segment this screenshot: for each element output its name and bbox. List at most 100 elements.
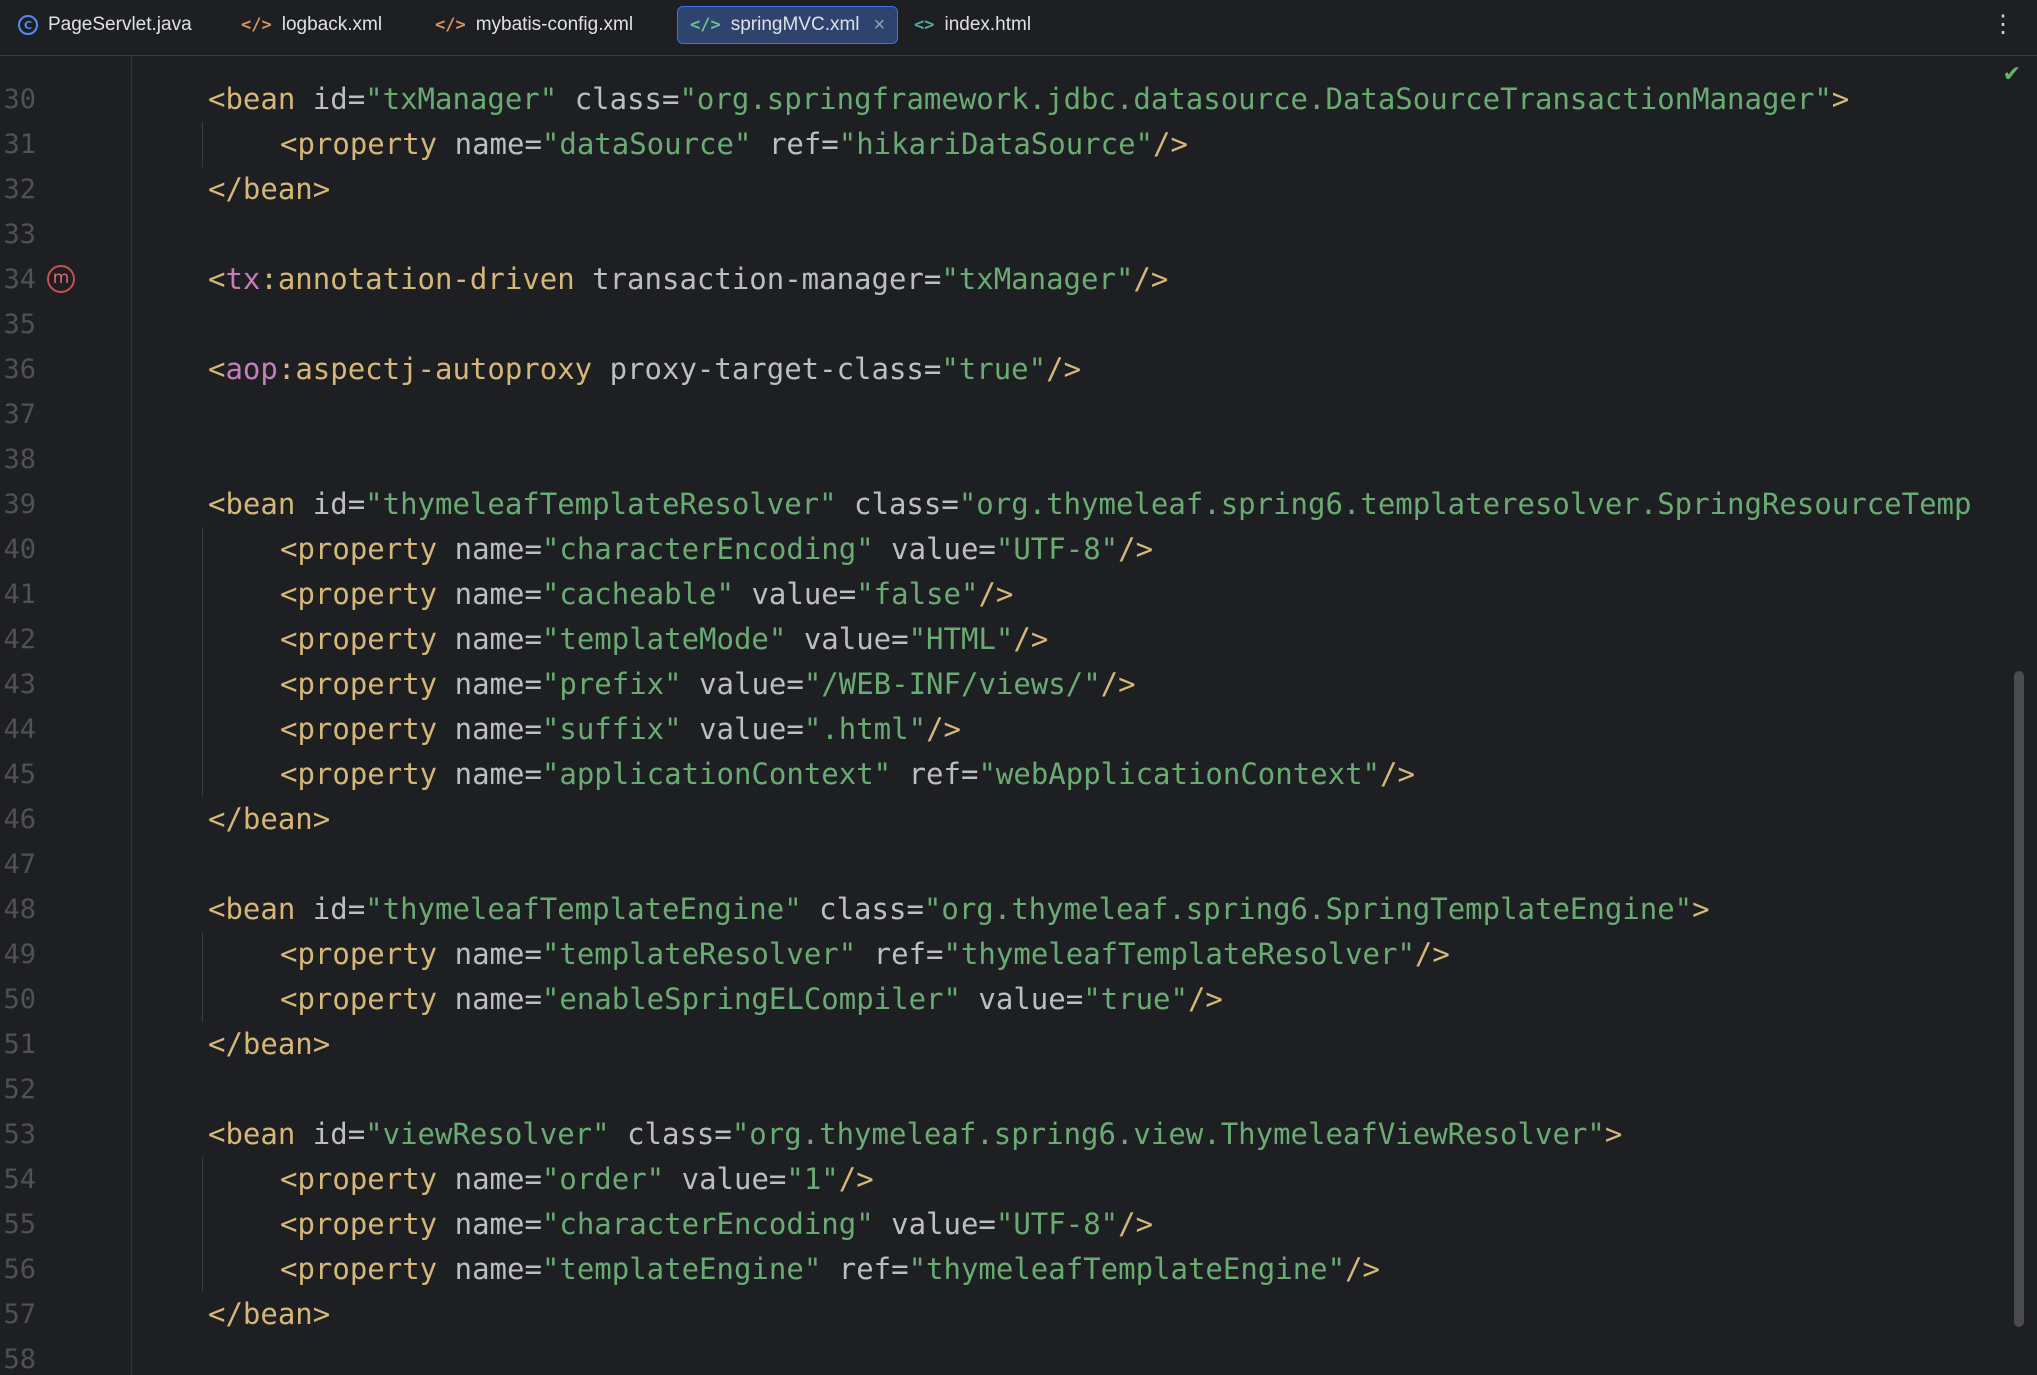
code-token: />	[1187, 982, 1223, 1016]
code-token: <bean	[208, 82, 296, 116]
tab-logback-xml[interactable]: </> logback.xml	[229, 6, 394, 44]
line-number: 37	[3, 399, 36, 430]
code-line[interactable]: 56 <property name="templateEngine" ref="t…	[0, 1247, 2037, 1292]
code-line[interactable]: 42 <property name="templateMode" value="H…	[0, 617, 2037, 662]
code-text: <bean id="txManager" class="org.springfr…	[208, 77, 1849, 122]
tab-pageservlet-java[interactable]: C PageServlet.java	[6, 6, 204, 44]
tab-label: index.html	[944, 14, 1032, 35]
code-token: "org.thymeleaf.spring6.view.ThymeleafVie…	[731, 1117, 1605, 1151]
code-line[interactable]: 31 <property name="dataSource" ref="hikar…	[0, 122, 2037, 167]
code-token: />	[1100, 667, 1136, 701]
code-token: :aspectj-autoproxy	[277, 352, 593, 386]
code-text: <property name="applicationContext" ref=…	[280, 752, 1415, 797]
code-text: <property name="prefix" value="/WEB-INF/…	[280, 662, 1136, 707]
code-token: "org.thymeleaf.spring6.SpringTemplateEng…	[923, 892, 1693, 926]
code-line[interactable]: 49 <property name="templateResolver" ref=…	[0, 932, 2037, 977]
code-token: <bean	[208, 892, 296, 926]
code-token: "templateEngine"	[541, 1252, 822, 1286]
code-line[interactable]: 40 <property name="characterEncoding" val…	[0, 527, 2037, 572]
code-line[interactable]: 45 <property name="applicationContext" re…	[0, 752, 2037, 797]
code-token: <property	[280, 1252, 438, 1286]
code-line[interactable]: 44 <property name="suffix" value=".html"/…	[0, 707, 2037, 752]
tab-springmvc-xml[interactable]: </> springMVC.xml ×	[677, 6, 899, 44]
implemented-marker-icon[interactable]: m	[47, 265, 75, 293]
close-icon[interactable]: ×	[874, 14, 886, 37]
code-token: value=	[699, 712, 804, 746]
code-line[interactable]: 32 </bean>	[0, 167, 2037, 212]
code-line[interactable]: 39 <bean id="thymeleafTemplateResolver" c…	[0, 482, 2037, 527]
code-line[interactable]: 51 </bean>	[0, 1022, 2037, 1067]
indent-guide	[202, 977, 203, 1022]
code-token: "/WEB-INF/views/"	[803, 667, 1101, 701]
line-number: 44	[3, 714, 36, 745]
code-token: ref=	[908, 757, 979, 791]
code-token: <property	[280, 532, 438, 566]
code-token: "1"	[786, 1162, 839, 1196]
code-text: <tx:annotation-driven transaction-manage…	[208, 257, 1168, 302]
line-number: 49	[3, 939, 36, 970]
code-token: <property	[280, 937, 438, 971]
code-text: <property name="suffix" value=".html"/>	[280, 707, 961, 752]
code-line[interactable]: 52	[0, 1067, 2037, 1112]
code-token: transaction-manager=	[592, 262, 942, 296]
code-line[interactable]: 34 m <tx:annotation-driven transaction-man…	[0, 257, 2037, 302]
code-line[interactable]: 41 <property name="cacheable" value="fals…	[0, 572, 2037, 617]
code-line[interactable]: 54 <property name="order" value="1"/>	[0, 1157, 2037, 1202]
code-line[interactable]: 36 <aop:aspectj-autoproxy proxy-target-cl…	[0, 347, 2037, 392]
line-number: 55	[3, 1209, 36, 1240]
code-text: </bean>	[208, 167, 330, 212]
code-line[interactable]: 30 <bean id="txManager" class="org.spring…	[0, 77, 2037, 122]
code-text: </bean>	[208, 1022, 330, 1067]
code-token: <	[208, 352, 226, 386]
code-line[interactable]: 47	[0, 842, 2037, 887]
code-token: <property	[280, 982, 438, 1016]
code-token: </bean>	[208, 172, 331, 206]
code-token: name=	[454, 127, 542, 161]
code-token: "viewResolver"	[365, 1117, 610, 1151]
code-line[interactable]: 37	[0, 392, 2037, 437]
code-line[interactable]: 33	[0, 212, 2037, 257]
code-token: <property	[280, 1207, 438, 1241]
code-token: "thymeleafTemplateEngine"	[908, 1252, 1346, 1286]
code-token: name=	[454, 532, 542, 566]
code-line[interactable]: 55 <property name="characterEncoding" val…	[0, 1202, 2037, 1247]
tab-mybatis-config-xml[interactable]: </> mybatis-config.xml	[423, 6, 645, 44]
more-options-icon[interactable]: ⋮	[1991, 10, 2015, 40]
line-number: 41	[3, 579, 36, 610]
code-text: </bean>	[208, 797, 330, 842]
line-number: 30	[3, 84, 36, 115]
code-line[interactable]: 58	[0, 1337, 2037, 1375]
code-line[interactable]: 38	[0, 437, 2037, 482]
code-line[interactable]: 43 <property name="prefix" value="/WEB-IN…	[0, 662, 2037, 707]
code-line[interactable]: 48 <bean id="thymeleafTemplateEngine" cla…	[0, 887, 2037, 932]
code-line[interactable]: 50 <property name="enableSpringELCompiler…	[0, 977, 2037, 1022]
code-editor[interactable]: 27 ✔ 30<bean id="txManager" class="org.s…	[0, 56, 2037, 1375]
code-token: value=	[751, 577, 857, 611]
code-token: "templateMode"	[541, 622, 787, 656]
code-line[interactable]: 35	[0, 302, 2037, 347]
indent-guide	[202, 572, 203, 617]
code-token: <property	[280, 712, 438, 746]
code-line[interactable]: 53 <bean id="viewResolver" class="org.thy…	[0, 1112, 2037, 1157]
code-token: tx	[225, 262, 261, 296]
tab-index-html[interactable]: <> index.html	[902, 6, 1043, 44]
code-token: name=	[454, 1207, 542, 1241]
line-number: 45	[3, 759, 36, 790]
tab-label: mybatis-config.xml	[475, 14, 634, 35]
vertical-scrollbar[interactable]	[2014, 671, 2024, 1327]
code-line[interactable]: 46 </bean>	[0, 797, 2037, 842]
code-token: class=	[819, 892, 924, 926]
code-token: "characterEncoding"	[541, 1207, 874, 1241]
code-line[interactable]: 57 </bean>	[0, 1292, 2037, 1337]
code-token: name=	[454, 577, 542, 611]
